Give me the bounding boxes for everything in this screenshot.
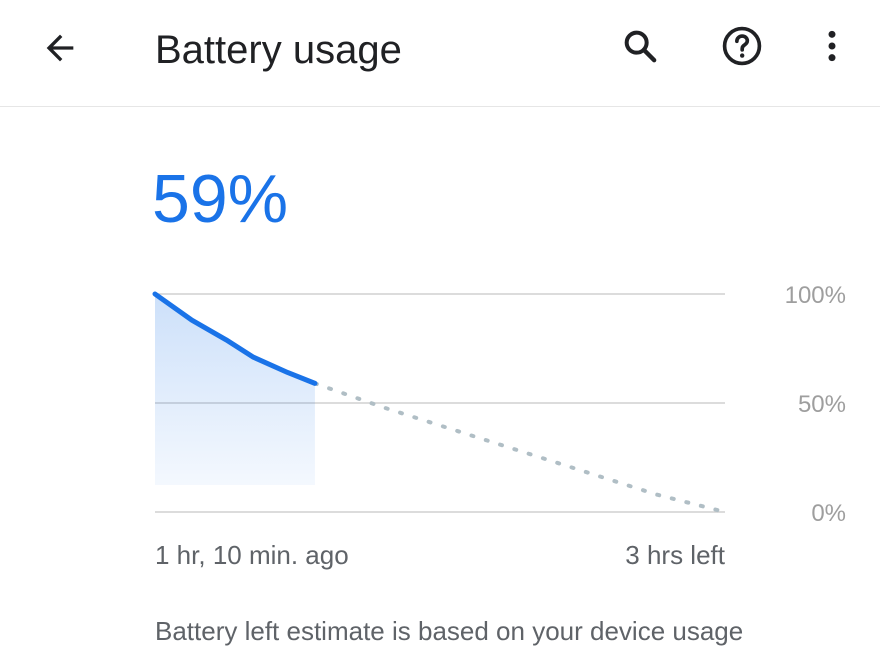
y-tick-label-100: 100% (785, 282, 846, 309)
back-button[interactable] (30, 18, 90, 78)
battery-content: 59% 100% 50% 0% 1 hr, 10 min. ago 3 hrs le… (0, 107, 880, 660)
more-vert-icon (828, 30, 836, 62)
help-icon (722, 26, 762, 66)
search-button[interactable] (610, 16, 670, 76)
page-title: Battery usage (155, 28, 402, 72)
chart-x-label-end: 3 hrs left (625, 540, 725, 570)
chart-x-label-start: 1 hr, 10 min. ago (155, 540, 349, 570)
arrow-back-icon (46, 34, 74, 62)
chart-y-axis-labels: 100% 50% 0% (785, 282, 846, 527)
search-icon (624, 30, 657, 63)
battery-chart: 100% 50% 0% (152, 282, 846, 527)
y-tick-label-0: 0% (811, 500, 846, 527)
top-app-bar: Battery usage (0, 0, 880, 107)
more-options-button[interactable] (802, 16, 862, 76)
battery-estimate-note: Battery left estimate is based on your d… (155, 616, 744, 646)
usage-area (155, 294, 315, 485)
chart-area-fill (155, 294, 315, 485)
y-tick-label-50: 50% (798, 391, 846, 418)
help-button[interactable] (712, 16, 772, 76)
